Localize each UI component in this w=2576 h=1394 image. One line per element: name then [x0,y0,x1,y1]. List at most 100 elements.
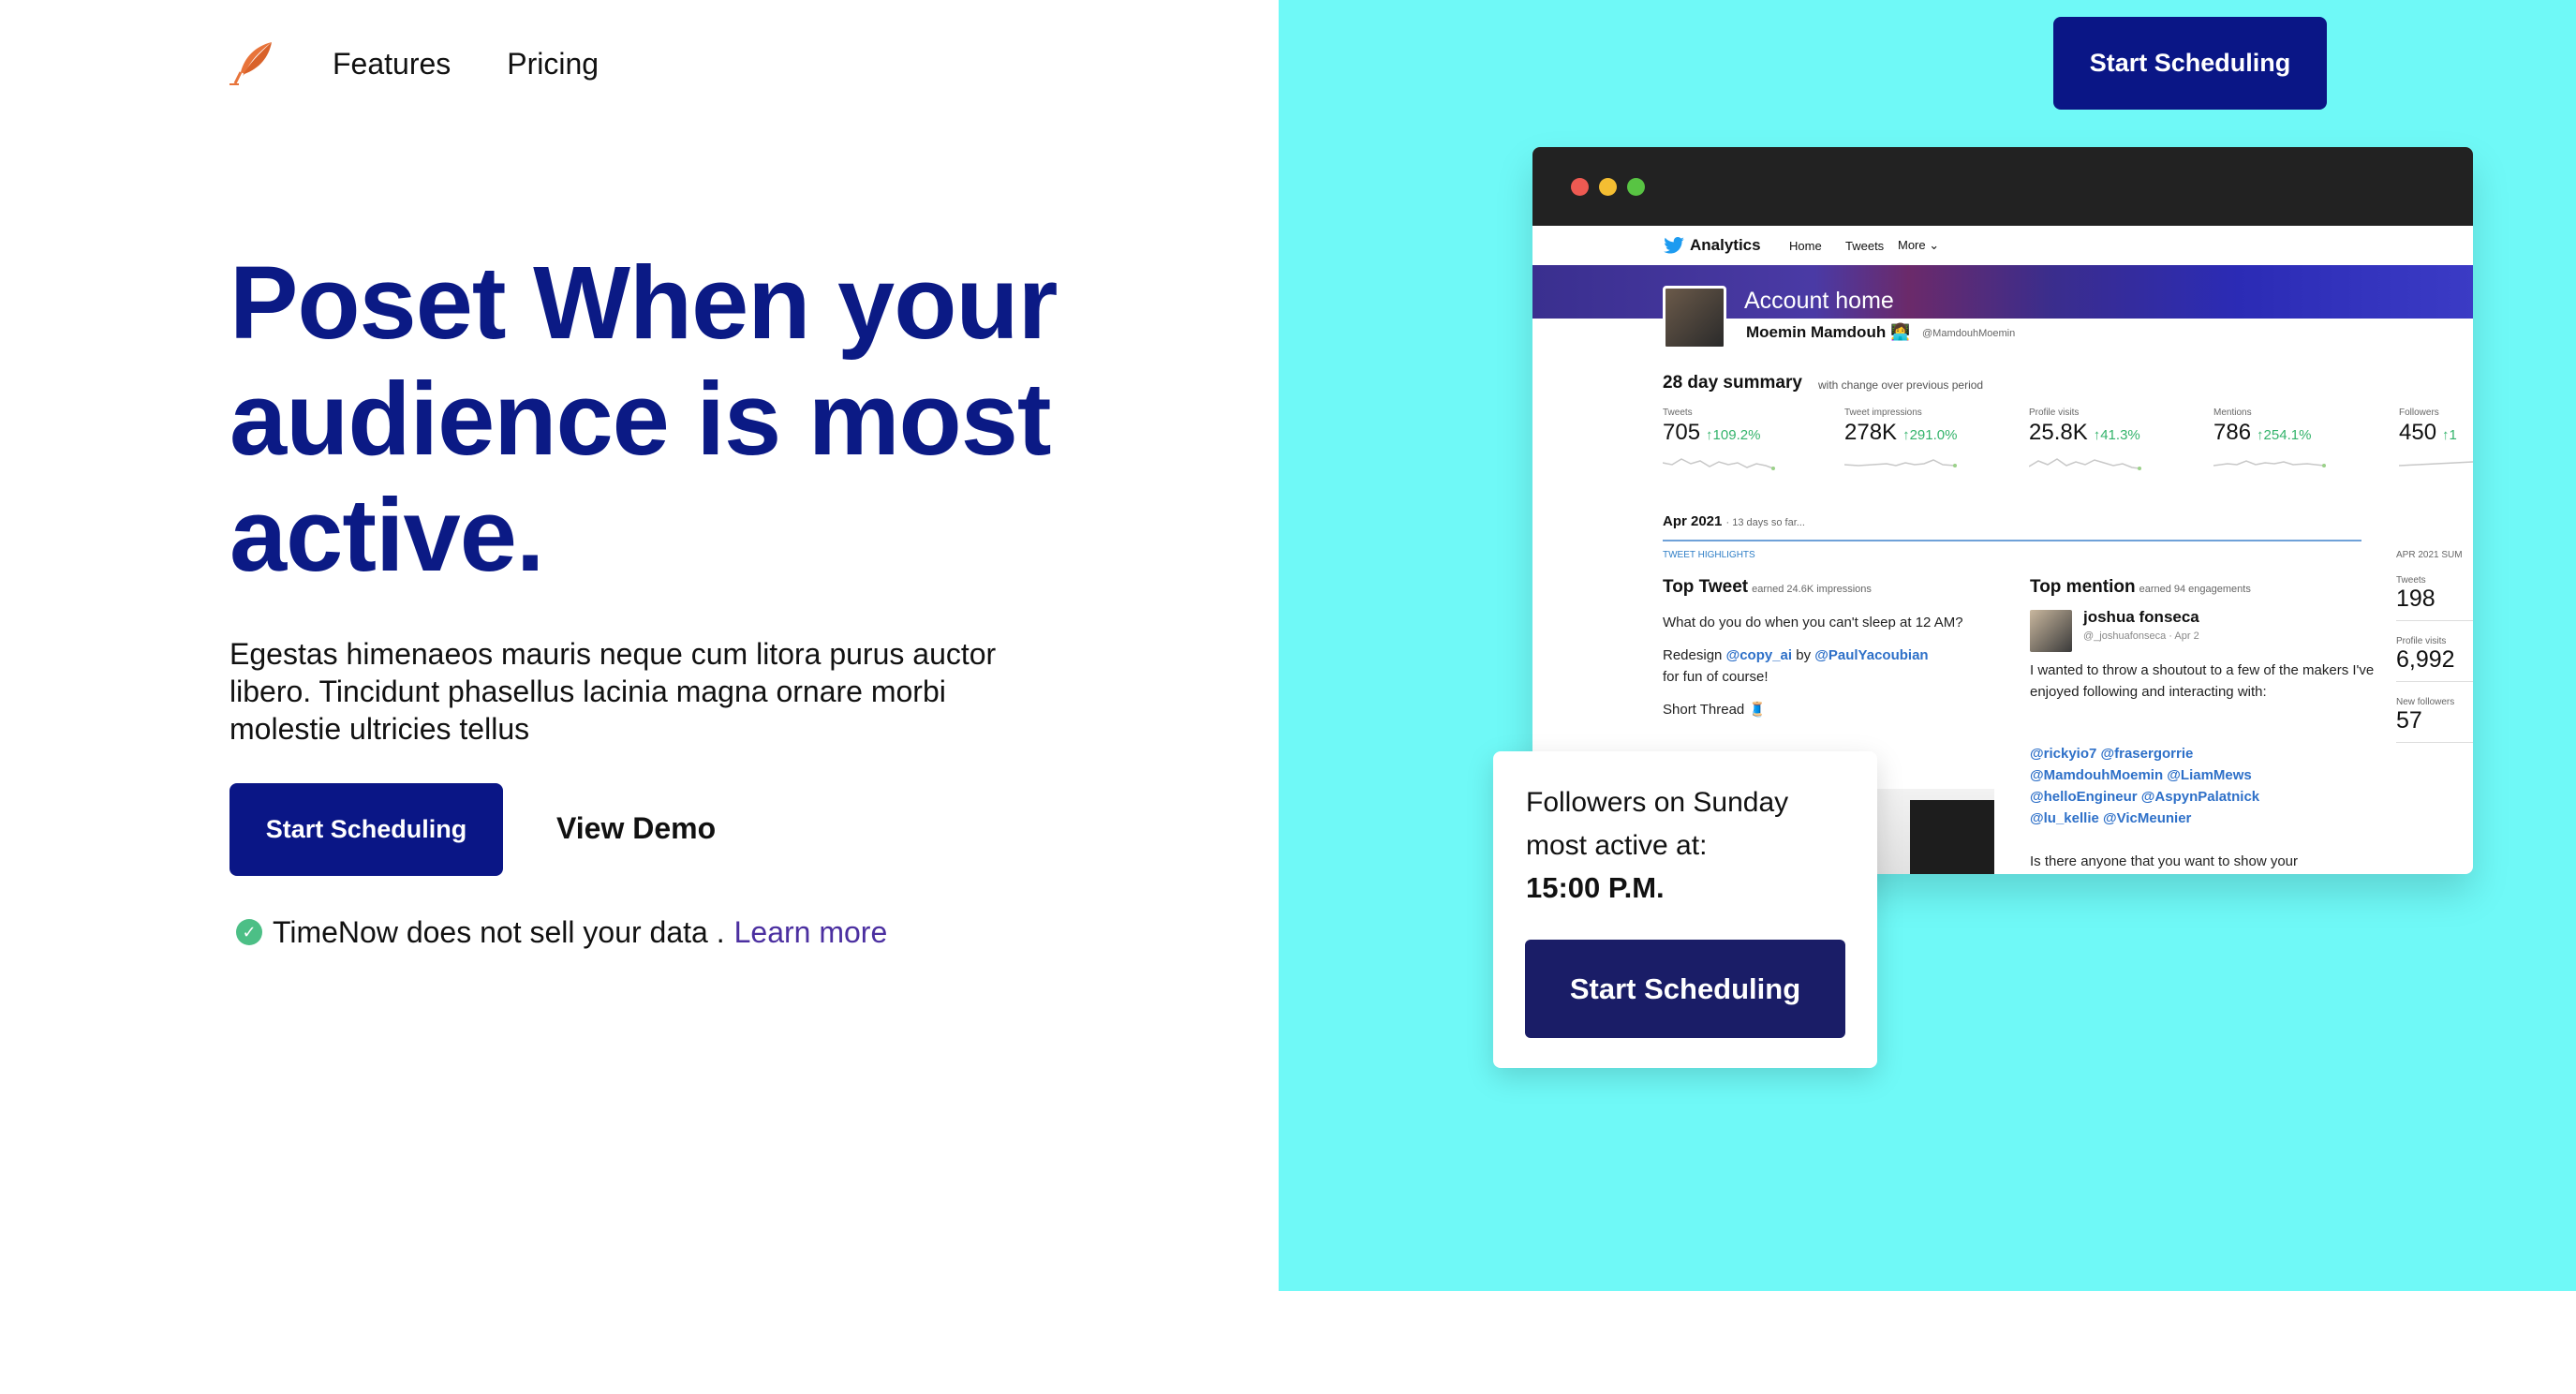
top-mention-heading: Top mention earned 94 engagements [2030,577,2251,598]
maximize-dot-icon [1627,177,1645,196]
side-stat-value: 198 [2396,586,2473,621]
active-time-card: Followers on Sunday most active at: 15:0… [1493,751,1877,1068]
analytics-brand-label: Analytics [1690,236,1761,254]
stat-value: 278K ↑291.0% [1844,420,2022,446]
view-demo-button[interactable]: View Demo [556,804,716,853]
mention-continued: Is there anyone that you want to show yo… [2030,853,2299,869]
check-icon: ✓ [236,919,262,945]
learn-more-link[interactable]: Learn more [734,915,888,950]
account-handle: @MamdouhMoemin [1922,328,2016,339]
stat-tweets: Tweets 705 ↑109.2% [1663,408,1841,470]
top-tweet-title: Top Tweet [1663,577,1749,597]
top-tweet-meta: earned 24.6K impressions [1752,584,1872,595]
analytics-brand: Analytics [1664,236,1761,255]
summary-title: 28 day summary [1663,373,1802,393]
stat-impressions: Tweet impressions 278K ↑291.0% [1844,408,2022,470]
stat-value: 705 ↑109.2% [1663,420,1841,446]
side-stat-value: 57 [2396,707,2473,743]
mention-link[interactable]: @MamdouhMoemin @LiamMews [2030,764,2376,786]
tweet-text: by [1796,647,1812,663]
privacy-notice-text: TimeNow does not sell your data . [273,914,725,949]
side-stat-label: New followers [2396,697,2455,707]
close-dot-icon [1571,177,1589,196]
browser-title-bar [1532,147,2473,226]
analytics-nav: Analytics Home Tweets More ⌄ [1532,226,2473,265]
stat-number: 705 [1663,420,1701,445]
stat-label: Tweets [1663,408,1693,418]
period-label: Apr 2021 [1663,513,1723,529]
tweet-highlights-label: TWEET HIGHLIGHTS [1663,550,1755,560]
tab-home[interactable]: Home [1789,239,1822,253]
top-tweet-body: What do you do when you can't sleep at 1… [1663,612,1991,720]
mention-link[interactable]: @helloEngineur @AspynPalatnick [2030,786,2376,808]
stat-label: Profile visits [2029,408,2080,418]
side-title: APR 2021 SUM [2396,550,2463,560]
mention-handle: @_joshuafonseca · Apr 2 [2083,630,2199,642]
stat-delta: ↑41.3% [2093,427,2140,443]
divider [1663,540,2361,541]
chevron-down-icon: ⌄ [1929,238,1940,252]
mention-link[interactable]: @copy_ai [1726,647,1793,663]
stat-label: Followers [2399,408,2439,418]
stat-value: 786 ↑254.1% [2213,420,2391,446]
stat-value: 450 ↑1 [2399,420,2473,446]
stat-value: 25.8K ↑41.3% [2029,420,2207,446]
active-time-text: Followers on Sunday most active at: [1526,787,1789,861]
mention-link[interactable]: @lu_kellie @VicMeunier [2030,808,2376,829]
tab-more-label: More [1898,238,1926,252]
stat-mentions: Mentions 786 ↑254.1% [2213,408,2391,470]
header-start-scheduling-button[interactable]: Start Scheduling [2053,17,2327,110]
stat-number: 450 [2399,420,2437,445]
card-start-scheduling-button[interactable]: Start Scheduling [1525,940,1845,1038]
mention-links: @rickyio7 @frasergorrie @MamdouhMoemin @… [2030,743,2376,829]
tab-more[interactable]: More ⌄ [1898,238,1939,253]
account-name-label: Moemin Mamdouh [1746,323,1887,341]
side-stat-label: Tweets [2396,575,2426,586]
tweet-line: Short Thread 🧵 [1663,702,1767,718]
tab-tweets[interactable]: Tweets [1845,239,1884,253]
sparkline [2029,458,2141,470]
nav-features-link[interactable]: Features [333,47,451,82]
sparkline [2213,460,2326,467]
account-home-title: Account home [1744,288,1894,314]
minimize-dot-icon [1599,177,1617,196]
active-time-value: 15:00 P.M. [1526,871,1665,904]
side-stat-value: 6,992 [2396,646,2473,682]
mention-name: joshua fonseca [2083,608,2199,626]
stat-delta: ↑291.0% [1902,427,1958,443]
stat-delta: ↑109.2% [1706,427,1761,443]
start-scheduling-button[interactable]: Start Scheduling [229,783,503,876]
side-stat-label: Profile visits [2396,636,2447,646]
hero-title: Poset When your audience is most active. [229,245,1058,593]
tweet-line: What do you do when you can't sleep at 1… [1663,615,1963,630]
stat-label: Mentions [2213,408,2252,418]
summary-subtitle: with change over previous period [1818,378,1984,392]
mention-body: I wanted to throw a shoutout to a few of… [2030,662,2375,700]
left-panel: Features Pricing Poset When your audienc… [0,0,1279,1394]
sparkline [2399,461,2473,467]
tweet-line: Redesign @copy_ai by @PaulYacoubian [1663,645,1991,666]
thumbnail-inner [1910,800,1994,874]
feather-logo-icon[interactable] [228,40,276,87]
stat-profile-visits: Profile visits 25.8K ↑41.3% [2029,408,2207,470]
tweet-text: Redesign [1663,647,1723,663]
stat-delta: ↑1 [2442,427,2457,443]
stat-number: 25.8K [2029,420,2088,445]
avatar [2030,610,2072,652]
twitter-bird-icon [1664,237,1684,254]
mention-link[interactable]: @rickyio7 @frasergorrie [2030,743,2376,764]
stat-followers: Followers 450 ↑1 [2399,408,2473,470]
account-name: Moemin Mamdouh 👩‍💻 [1746,323,1910,342]
stat-number: 786 [2213,420,2252,445]
hero-subtitle: Egestas himenaeos mauris neque cum litor… [229,637,997,746]
nav-pricing-link[interactable]: Pricing [507,47,599,82]
privacy-notice: ✓ TimeNow does not sell your data . Lear… [236,911,887,954]
stat-delta: ↑254.1% [2257,427,2312,443]
sparkline [1663,458,1775,470]
mention-link[interactable]: @PaulYacoubian [1814,647,1928,663]
stat-number: 278K [1844,420,1898,445]
sparkline [1844,459,1957,467]
period-sub: · 13 days so far... [1725,517,1805,528]
top-nav: Features Pricing [228,36,599,92]
monthly-summary-column: APR 2021 SUM Tweets 198 Profile visits 6… [2396,550,2473,743]
